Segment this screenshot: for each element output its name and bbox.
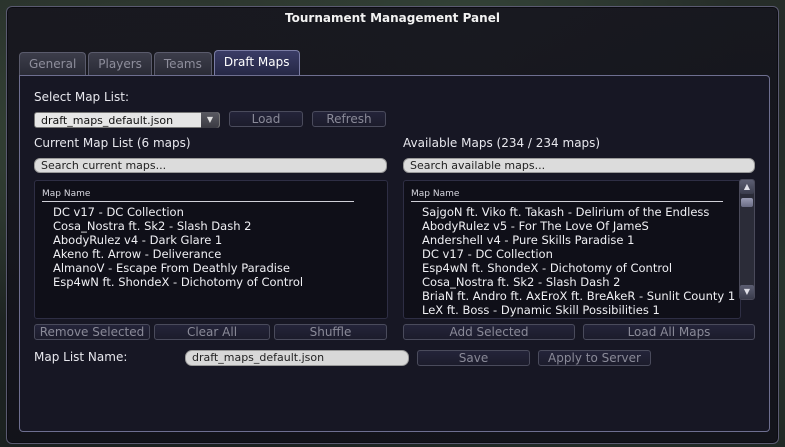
scroll-up-button[interactable]: ▲	[740, 180, 754, 194]
list-item[interactable]: BriaN ft. Andro ft. AxEroX ft. BreAkeR -…	[422, 289, 735, 303]
scroll-thumb[interactable]	[741, 198, 753, 207]
list-item[interactable]: Esp4wN ft. ShondeX - Dichotomy of Contro…	[422, 261, 735, 275]
draft-maps-panel: Select Map List: draft_maps_default.json…	[19, 75, 770, 432]
map-list-name-label: Map List Name:	[34, 350, 128, 364]
available-maps-scrollbar[interactable]: ▲ ▼	[739, 179, 755, 300]
current-maps-list[interactable]: Map Name DC v17 - DC Collection Cosa_Nos…	[34, 180, 388, 319]
tab-general[interactable]: General	[19, 52, 87, 75]
map-list-select-value: draft_maps_default.json	[41, 114, 174, 127]
list-item[interactable]: Andershell v4 - Pure Skills Paradise 1	[422, 233, 735, 247]
list-item[interactable]: Cosa_Nostra ft. Sk2 - Slash Dash 2	[422, 275, 735, 289]
clear-all-button[interactable]: Clear All	[154, 324, 270, 340]
apply-to-server-button[interactable]: Apply to Server	[538, 350, 651, 366]
select-map-list-label: Select Map List:	[34, 90, 129, 104]
tab-players[interactable]: Players	[88, 52, 152, 75]
map-list-name-input[interactable]: draft_maps_default.json	[185, 350, 409, 366]
scroll-down-button[interactable]: ▼	[740, 285, 754, 299]
refresh-button[interactable]: Refresh	[312, 111, 386, 127]
list-item[interactable]: AbodyRulez v4 - Dark Glare 1	[53, 233, 303, 247]
chevron-down-icon[interactable]: ▼	[201, 112, 219, 128]
map-list-select[interactable]: draft_maps_default.json ▼	[34, 112, 220, 128]
shuffle-button[interactable]: Shuffle	[274, 324, 387, 340]
list-item[interactable]: LeX ft. Boss - Dynamic Skill Possibiliti…	[422, 303, 735, 317]
list-item[interactable]: Cosa_Nostra ft. Sk2 - Slash Dash 2	[53, 219, 303, 233]
list-item[interactable]: AlmanoV - Escape From Deathly Paradise	[53, 261, 303, 275]
list-item[interactable]: Akeno ft. Arrow - Deliverance	[53, 247, 303, 261]
list-item[interactable]: DC v17 - DC Collection	[53, 205, 303, 219]
chevron-up-icon: ▲	[743, 182, 751, 191]
available-maps-column-header: Map Name	[411, 189, 723, 202]
tab-bar: General Players Teams Draft Maps	[19, 50, 302, 75]
list-item[interactable]: SajgoN ft. Viko ft. Takash - Delirium of…	[422, 205, 735, 219]
add-selected-button[interactable]: Add Selected	[403, 324, 575, 340]
chevron-down-icon: ▼	[743, 287, 751, 296]
available-maps-label: Available Maps (234 / 234 maps)	[403, 136, 601, 150]
window-title: Tournament Management Panel	[285, 11, 500, 25]
current-maps-search-input[interactable]: Search current maps...	[34, 158, 387, 173]
list-item[interactable]: AbodyRulez v5 - For The Love Of JameS	[422, 219, 735, 233]
available-maps-list[interactable]: Map Name SajgoN ft. Viko ft. Takash - De…	[403, 180, 741, 319]
current-maps-column-header: Map Name	[42, 189, 354, 202]
load-all-maps-button[interactable]: Load All Maps	[583, 324, 755, 340]
remove-selected-button[interactable]: Remove Selected	[34, 324, 150, 340]
tab-draft-maps[interactable]: Draft Maps	[213, 50, 300, 75]
current-map-list-label: Current Map List (6 maps)	[34, 136, 191, 150]
save-button[interactable]: Save	[417, 350, 530, 366]
available-maps-search-input[interactable]: Search available maps...	[403, 158, 755, 173]
load-button[interactable]: Load	[229, 111, 303, 127]
list-item[interactable]: Esp4wN ft. ShondeX - Dichotomy of Contro…	[53, 275, 303, 289]
tab-teams[interactable]: Teams	[153, 52, 212, 75]
list-item[interactable]: DC v17 - DC Collection	[422, 247, 735, 261]
tournament-panel-window: Tournament Management Panel General Play…	[6, 6, 779, 444]
